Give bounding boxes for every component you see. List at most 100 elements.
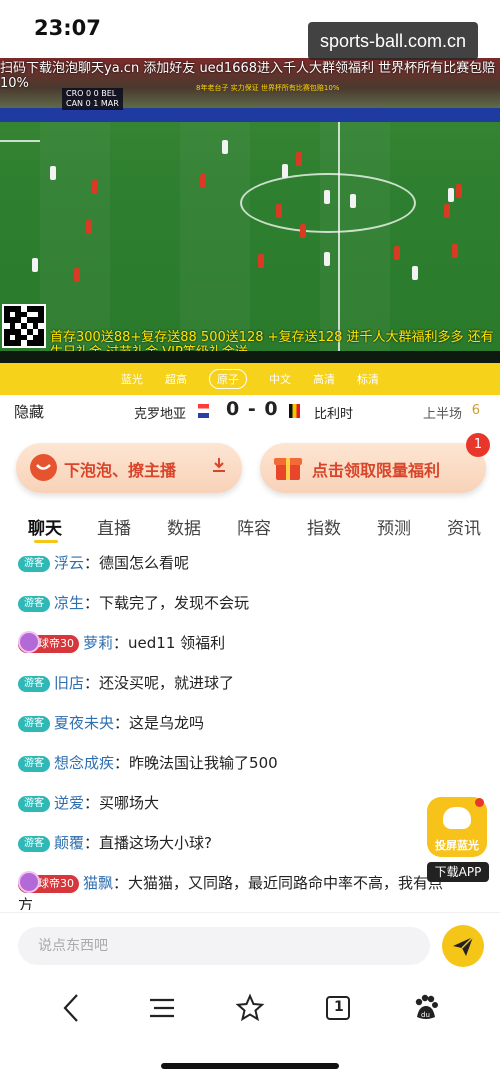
hide-button[interactable]: 隐藏 bbox=[14, 401, 44, 422]
score-row: 隐藏 克罗地亚 0 - 0 比利时 上半场 6 bbox=[0, 395, 500, 429]
pitch-stripe bbox=[320, 122, 390, 362]
tab-bar: 聊天 直播 数据 阵容 指数 预测 资讯 bbox=[0, 510, 500, 546]
chat-input[interactable] bbox=[18, 927, 430, 965]
chat-username[interactable]: 想念成疾 bbox=[54, 754, 114, 772]
quality-bar: 蓝光 超高 原子 中文 高清 标清 bbox=[0, 363, 500, 395]
chat-message: 游客 逆爱：买哪场大 bbox=[18, 792, 488, 814]
player bbox=[200, 174, 206, 188]
back-button[interactable] bbox=[50, 988, 94, 1028]
guest-badge: 游客 bbox=[18, 836, 50, 852]
tab-count: 1 bbox=[334, 999, 344, 1015]
download-icon bbox=[210, 456, 228, 478]
watermark: sports-ball.com.cn bbox=[307, 22, 478, 60]
chat-text: ued11 领福利 bbox=[128, 634, 226, 652]
tab-lineup[interactable]: 阵容 bbox=[237, 514, 271, 539]
box-line bbox=[0, 140, 40, 142]
claim-gift-button[interactable]: 点击领取限量福利 1 bbox=[260, 433, 490, 493]
chat-text: 德国怎么看呢 bbox=[99, 554, 190, 572]
chat-username[interactable]: 萝莉 bbox=[83, 634, 113, 652]
chat-username[interactable]: 浮云 bbox=[54, 554, 84, 572]
gift-icon bbox=[274, 452, 302, 480]
player bbox=[452, 244, 458, 258]
cast-label: 投屏蓝光 bbox=[435, 839, 479, 852]
home-indicator bbox=[161, 1063, 339, 1069]
chat-message: 游客 浮云：德国怎么看呢 bbox=[18, 552, 488, 574]
download-paopao-label: 下泡泡、撩主播 bbox=[64, 461, 177, 480]
notification-badge: 1 bbox=[466, 433, 490, 457]
scorebug-line: CRO 0 0 BEL bbox=[66, 89, 117, 98]
tab-chat[interactable]: 聊天 bbox=[28, 514, 62, 539]
chat-text: 昨晚法国让我输了500 bbox=[129, 754, 278, 772]
send-button[interactable] bbox=[442, 925, 484, 967]
tab-live[interactable]: 直播 bbox=[97, 514, 131, 539]
tab-news[interactable]: 资讯 bbox=[447, 514, 481, 539]
sponsor-strip: 8年老台子 实力保证 世界杯所有比赛包赔10% bbox=[196, 84, 340, 92]
chat-text: 买哪场大 bbox=[99, 794, 160, 812]
quality-option[interactable]: 蓝光 bbox=[121, 371, 143, 387]
chat-bubble-icon bbox=[30, 454, 57, 481]
player bbox=[276, 204, 282, 218]
chat-message: 游客 夏夜未央：这是乌龙吗 bbox=[18, 712, 488, 734]
chat-text: 这是乌龙吗 bbox=[129, 714, 205, 732]
player bbox=[32, 258, 38, 272]
away-team-name: 比利时 bbox=[314, 407, 354, 422]
quality-option[interactable]: 超高 bbox=[165, 371, 187, 387]
chat-username[interactable]: 颠覆 bbox=[54, 834, 84, 852]
crown-avatar-icon bbox=[18, 631, 40, 653]
menu-button[interactable] bbox=[140, 988, 184, 1028]
croatia-flag-icon bbox=[198, 404, 209, 418]
download-paopao-button[interactable]: 下泡泡、撩主播 bbox=[16, 443, 242, 493]
player bbox=[282, 164, 288, 178]
chat-message: 游客 颠覆：直播这场大小球? bbox=[18, 832, 488, 854]
player bbox=[296, 152, 302, 166]
guest-badge: 游客 bbox=[18, 796, 50, 812]
player bbox=[92, 180, 98, 194]
browser-toolbar: 1 du bbox=[0, 978, 500, 1038]
chat-username[interactable]: 凉生 bbox=[54, 594, 84, 612]
guest-badge: 游客 bbox=[18, 716, 50, 732]
tabs-button[interactable]: 1 bbox=[316, 988, 360, 1028]
tab-data[interactable]: 数据 bbox=[167, 514, 201, 539]
cast-button[interactable]: 投屏蓝光 bbox=[427, 797, 487, 857]
chat-text: 下载完了，发现不会玩 bbox=[99, 594, 250, 612]
baidu-button[interactable]: du bbox=[404, 988, 448, 1028]
player bbox=[324, 252, 330, 266]
chat-username[interactable]: 夏夜未央 bbox=[54, 714, 114, 732]
player bbox=[86, 220, 92, 234]
player bbox=[456, 184, 462, 198]
star-icon bbox=[235, 993, 265, 1022]
scorebug: CRO 0 0 BEL CAN 0 1 MAR bbox=[62, 88, 123, 110]
guest-badge: 游客 bbox=[18, 556, 50, 572]
player bbox=[444, 204, 450, 218]
chat-message: 球帝30 萝莉：ued11 领福利 bbox=[18, 631, 488, 654]
pitch-stripe bbox=[40, 122, 110, 362]
favorite-button[interactable] bbox=[228, 988, 272, 1028]
chat-list[interactable]: 游客 浮云：德国怎么看呢 游客 凉生：下载完了，发现不会玩 球帝30 萝莉：ued11… bbox=[0, 548, 500, 910]
quality-option[interactable]: 标清 bbox=[357, 371, 379, 387]
baidu-paw-icon: du bbox=[415, 994, 438, 1019]
crown-avatar-icon bbox=[18, 871, 40, 893]
chat-message: 游客 旧店：还没买呢，就进球了 bbox=[18, 672, 488, 694]
king-badge-text: 球帝30 bbox=[38, 637, 74, 650]
promo-area: 下泡泡、撩主播 点击领取限量福利 1 bbox=[0, 429, 500, 501]
quality-option[interactable]: 高清 bbox=[313, 371, 335, 387]
download-app-button[interactable]: 下载APP bbox=[427, 862, 489, 882]
player bbox=[222, 140, 228, 154]
quality-option-active[interactable]: 原子 bbox=[209, 369, 247, 389]
chat-text: 还没买呢，就进球了 bbox=[99, 674, 235, 692]
chat-username[interactable]: 猫飘 bbox=[83, 874, 113, 892]
tab-odds[interactable]: 指数 bbox=[307, 514, 341, 539]
chat-username[interactable]: 逆爱 bbox=[54, 794, 84, 812]
tab-prediction[interactable]: 预测 bbox=[377, 514, 411, 539]
player bbox=[324, 190, 330, 204]
chat-username[interactable]: 旧店 bbox=[54, 674, 84, 692]
video-ticker: 扫码下载泡泡聊天ya.cn 添加好友 ued1668进入千人大群领福利 世界杯所… bbox=[0, 61, 496, 76]
player bbox=[50, 166, 56, 180]
chevron-left-icon bbox=[63, 994, 78, 1022]
player bbox=[412, 266, 418, 280]
quality-option[interactable]: 中文 bbox=[269, 371, 291, 387]
paper-plane-icon bbox=[453, 936, 474, 956]
player bbox=[74, 268, 80, 282]
guest-badge: 游客 bbox=[18, 596, 50, 612]
video-player[interactable]: 扫码下载泡泡聊天ya.cn 添加好友 ued1668进入千人大群领福利 世界杯所… bbox=[0, 58, 500, 363]
